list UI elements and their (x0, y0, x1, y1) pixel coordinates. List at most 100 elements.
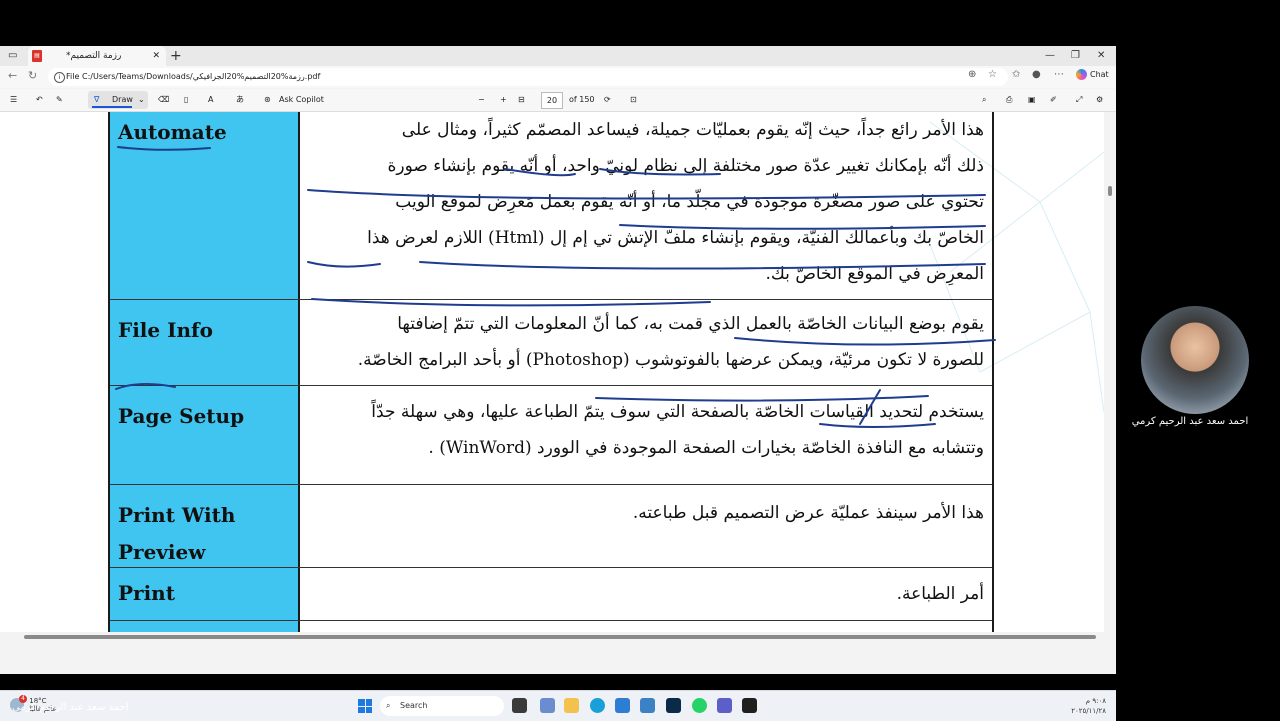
command-cell: Page Setup (110, 386, 300, 484)
two-page-icon[interactable]: ⊡ (630, 89, 637, 111)
new-tab-icon[interactable]: + (170, 46, 182, 66)
presenter-name: احمد سعد عبد الرحيم كرمي (1131, 416, 1249, 427)
ask-copilot-label[interactable]: Ask Copilot (279, 89, 324, 111)
save-as-icon[interactable]: ✐ (1050, 89, 1057, 111)
zoom-in-icon[interactable]: + (500, 89, 507, 111)
description-line: وتتشابه مع النافذة الخاصّة بخيارات الصفح… (428, 438, 984, 458)
table-row (110, 621, 992, 632)
horizontal-scrollbar[interactable] (0, 632, 1116, 642)
chevron-down-icon[interactable]: ⌄ (138, 91, 145, 109)
window-menu-icon[interactable]: ▭ (8, 46, 17, 66)
commands-table: Automate هذا الأمر رائع جداً، حيث إنّه ي… (108, 112, 994, 632)
chat-label: Chat (1090, 70, 1109, 79)
table-row: Print With Preview هذا الأمر سينفذ عمليّ… (110, 485, 992, 568)
close-window-icon[interactable]: ✕ (1097, 46, 1105, 66)
highlight-icon[interactable]: ✎ (56, 89, 63, 111)
widgets-icon[interactable] (540, 698, 555, 713)
description-line: هذا الأمر سينفذ عمليّة عرض التصميم قبل ط… (632, 503, 984, 523)
taskbar: 4 18°C غائم غالبًا ⌕ Search ٩:٠٨ م ٢٠٢٥/… (0, 690, 1116, 721)
store-icon[interactable] (615, 698, 630, 713)
contents-icon[interactable]: ☰ (10, 89, 17, 111)
page-number-input[interactable]: 20 (541, 92, 563, 109)
draw-button[interactable]: ∇ Draw ⌄ (88, 91, 148, 109)
settings-icon[interactable]: ⚙ (1096, 89, 1103, 111)
read-aloud-icon[interactable]: A (208, 89, 213, 111)
pdf-viewport[interactable]: Automate هذا الأمر رائع جداً، حيث إنّه ي… (0, 112, 1104, 632)
search-icon: ⌕ (386, 701, 391, 710)
whatsapp-icon[interactable] (692, 698, 707, 713)
app-icon[interactable] (742, 698, 757, 713)
more-menu-icon[interactable]: ⋯ (1054, 69, 1064, 80)
start-icon[interactable] (358, 699, 372, 713)
description-line: يقوم بوضع البيانات الخاصّة بالعمل الذي ق… (397, 314, 984, 334)
scroll-thumb[interactable] (1108, 186, 1112, 196)
table-row: Automate هذا الأمر رائع جداً، حيث إنّه ي… (110, 112, 992, 300)
save-icon[interactable]: ▣ (1028, 89, 1036, 111)
browser-window: ▭ ▤ *رزمة التصميم الجرافيكي.pdf ✕ + — ❐ … (0, 46, 1116, 721)
command-cell: Print With Preview (110, 485, 300, 567)
photoshop-icon[interactable] (666, 698, 681, 713)
draw-underline (92, 106, 132, 108)
edge-icon[interactable] (590, 698, 605, 713)
undo-icon[interactable]: ↶ (36, 89, 43, 111)
description-cell: يقوم بوضع البيانات الخاصّة بالعمل الذي ق… (310, 306, 984, 378)
info-icon[interactable]: i (54, 72, 65, 83)
table-row: Print أمر الطباعة. (110, 568, 992, 621)
teams-icon[interactable] (717, 698, 732, 713)
tab-strip: ▭ ▤ *رزمة التصميم الجرافيكي.pdf ✕ + — ❐ … (0, 46, 1116, 81)
address-bar-row: ← ↻ i File C:/Users/Teams/Downloads/رزمة… (0, 66, 1116, 88)
ask-copilot-icon[interactable]: ⊛ (264, 89, 271, 111)
command-cell (110, 621, 300, 632)
clock[interactable]: ٩:٠٨ م ٢٠٢٥/١١/٢٨ (1071, 696, 1106, 716)
command-cell: File Info (110, 300, 300, 385)
pdf-icon: ▤ (32, 50, 42, 62)
command-name: Page Setup (118, 404, 245, 428)
rotate-icon[interactable]: ⟳ (604, 89, 611, 111)
vertical-scrollbar[interactable] (1104, 112, 1116, 632)
taskbar-search[interactable]: ⌕ Search (380, 696, 504, 716)
presenter-caption: احمد سعد عبد الرحيم كرمي (12, 702, 129, 713)
command-cell: Print (110, 568, 300, 620)
mail-icon[interactable] (640, 698, 655, 713)
task-view-icon[interactable] (512, 698, 527, 713)
table-row: File Info يقوم بوضع البيانات الخاصّة بال… (110, 300, 992, 386)
pdf-toolbar: ☰ ↶ ✎ ∇ Draw ⌄ ⌫ ▯ A あ ⊛ Ask Copilot − +… (0, 89, 1116, 112)
date: ٢٠٢٥/١١/٢٨ (1071, 707, 1106, 715)
description-cell: أمر الطباعة. (310, 576, 984, 612)
url-text[interactable]: C:/Users/Teams/Downloads/رزمة%20التصميم%… (82, 68, 320, 86)
description-line: الخاصّ بك وبأعمالك الفنيّة، ويقوم بإنشاء… (367, 228, 984, 248)
command-cell: Automate (110, 112, 300, 299)
refresh-icon[interactable]: ↻ (28, 69, 37, 82)
back-icon[interactable]: ← (8, 69, 17, 82)
search-icon[interactable]: ⌕ (982, 89, 986, 111)
tab-pdf[interactable]: ▤ *رزمة التصميم الجرافيكي.pdf ✕ (28, 46, 166, 81)
fit-page-icon[interactable]: ⊟ (518, 89, 525, 111)
zoom-icon[interactable]: ⊕ (968, 69, 976, 80)
scroll-thumb[interactable] (24, 635, 1096, 639)
profile-icon[interactable]: ● (1032, 69, 1041, 80)
zoom-out-icon[interactable]: − (478, 89, 485, 111)
description-line: يستخدم لتحديد القياسات الخاصّة بالصفحة ا… (371, 402, 984, 422)
restore-icon[interactable]: ❐ (1071, 46, 1080, 66)
file-explorer-icon[interactable] (564, 698, 579, 713)
erase-icon[interactable]: ⌫ (158, 89, 169, 111)
favorite-star-icon[interactable]: ☆ (988, 69, 997, 80)
favorites-icon[interactable]: ✩ (1012, 69, 1020, 80)
file-label: File (66, 72, 80, 81)
close-tab-icon[interactable]: ✕ (152, 46, 160, 66)
description-line: تحتوي على صور مصغّرة موجودة في مجلّد ما،… (395, 192, 984, 212)
search-label: Search (400, 701, 428, 710)
copilot-chat-button[interactable]: Chat (1076, 69, 1109, 80)
print-icon[interactable]: ⎙ (1006, 89, 1012, 111)
description-line: أمر الطباعة. (896, 584, 984, 604)
translate-icon[interactable]: あ (236, 89, 244, 111)
description-cell: هذا الأمر سينفذ عمليّة عرض التصميم قبل ط… (310, 495, 984, 531)
page-view-icon[interactable]: ▯ (184, 89, 188, 111)
minimize-icon[interactable]: — (1045, 46, 1055, 66)
command-name: Print (118, 581, 175, 605)
command-name: Automate (118, 120, 227, 144)
description-cell: يستخدم لتحديد القياسات الخاصّة بالصفحة ا… (310, 394, 984, 466)
page-total: of 150 (569, 95, 595, 104)
fullscreen-icon[interactable]: ⤢ (1076, 89, 1082, 111)
address-bar[interactable]: i File C:/Users/Teams/Downloads/رزمة%20ا… (48, 68, 1008, 86)
